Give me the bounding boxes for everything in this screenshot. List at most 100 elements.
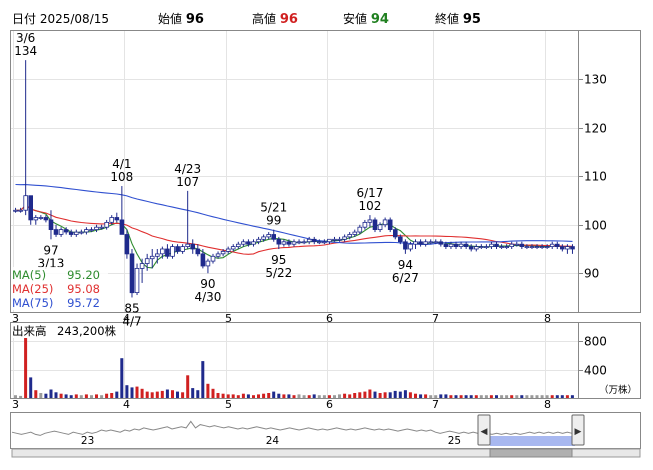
navigator-right-icon: ▶ <box>575 427 582 437</box>
volume-bar <box>555 395 559 398</box>
candle-body <box>63 229 69 233</box>
annotation-date: 5/21 <box>260 201 287 215</box>
legend-ma25-value: 95.08 <box>67 282 100 296</box>
volume-bar <box>120 358 124 398</box>
annotation-date: 6/17 <box>356 186 383 200</box>
candle-body <box>565 246 570 250</box>
annotation-date: 5/22 <box>265 266 292 280</box>
volume-bar <box>343 393 347 398</box>
candle-body <box>195 248 201 255</box>
volume-bar <box>231 394 235 398</box>
candle-body <box>215 253 221 257</box>
volume-bar <box>393 390 397 398</box>
volume-bar <box>90 395 93 398</box>
candle-body <box>220 250 226 255</box>
candle-body <box>560 246 565 250</box>
x-tick-label: 4 <box>123 312 130 325</box>
volume-bar <box>429 395 433 398</box>
candle-body <box>256 238 261 243</box>
candle-body <box>403 241 408 250</box>
candle-body <box>94 226 99 230</box>
candle-body <box>514 243 520 246</box>
candle-body <box>342 236 347 240</box>
price-tick-label: 110 <box>584 170 607 184</box>
volume-bar <box>495 395 498 398</box>
volume-bar <box>540 395 544 398</box>
volume-x-tick-label: 3 <box>12 398 19 411</box>
candle-body <box>58 229 64 235</box>
volume-bar <box>79 395 83 398</box>
volume-bar <box>373 391 377 398</box>
volume-bar <box>338 394 341 398</box>
volume-bar <box>135 386 139 398</box>
date-label: 日付 <box>12 12 37 26</box>
volume-bar <box>186 375 190 398</box>
x-tick-label: 8 <box>544 312 551 325</box>
candle-body <box>408 243 413 250</box>
navigator-label: 25 <box>448 435 461 447</box>
navigator-window <box>490 436 575 446</box>
volume-bar <box>272 391 276 398</box>
volume-tick-label: 800 <box>584 335 607 349</box>
volume-bar <box>196 390 200 398</box>
volume-bar <box>489 395 493 398</box>
price-tick-label: 120 <box>584 122 607 136</box>
candle-body <box>357 226 363 233</box>
volume-x-tick-label: 6 <box>326 398 333 411</box>
volume-bar <box>469 395 473 398</box>
volume-bar <box>226 394 230 398</box>
volume-bar <box>459 395 463 398</box>
legend-ma75: MA(75) <box>12 296 53 310</box>
candle-body <box>154 253 160 257</box>
volume-bar <box>95 394 98 398</box>
candle-body <box>362 221 368 228</box>
ma-legend: MA(5) 95.20 MA(25) 95.08 MA(75) 95.72 <box>11 267 108 310</box>
x-tick-label: 5 <box>225 312 232 325</box>
candle-body <box>144 258 150 264</box>
volume-bar <box>348 394 352 398</box>
volume-bar <box>201 361 205 398</box>
volume-bar <box>221 393 225 398</box>
candle-body <box>433 241 439 244</box>
candle-body <box>160 248 165 255</box>
candle-body <box>418 241 423 245</box>
annotation-date: 3/6 <box>16 31 35 45</box>
legend-ma75-value: 95.72 <box>67 296 100 310</box>
volume-bar <box>545 395 549 398</box>
candle-body <box>509 243 514 247</box>
volume-bar <box>69 395 73 398</box>
volume-bar <box>287 394 291 398</box>
volume-bar <box>570 395 574 398</box>
candle-body <box>205 260 211 267</box>
candle-body <box>377 224 383 231</box>
volume-bar <box>408 392 412 398</box>
candle-body <box>43 217 49 221</box>
candle-body <box>504 246 509 249</box>
volume-bar <box>236 395 240 398</box>
volume-bar <box>257 394 260 398</box>
volume-bar <box>560 395 564 398</box>
volume-bar <box>333 395 336 398</box>
candle-body <box>149 255 155 260</box>
volume-bar <box>434 395 438 398</box>
candle-body <box>448 243 454 247</box>
legend-ma25: MA(25) <box>12 282 53 296</box>
annotation-date: 4/30 <box>194 290 221 304</box>
annotation-value: 94 <box>398 258 413 272</box>
volume-bar <box>479 395 483 398</box>
close-value: 95 <box>462 12 481 27</box>
candle-body <box>524 246 530 249</box>
volume-x-tick-label: 4 <box>123 398 130 411</box>
candle-body <box>276 238 282 245</box>
candle-body <box>84 229 89 233</box>
volume-bar <box>49 389 53 398</box>
candle-body <box>438 241 444 245</box>
candle-body <box>139 263 145 269</box>
volume-bar <box>105 393 109 398</box>
volume-bar <box>216 393 220 398</box>
candle-body <box>119 219 125 235</box>
volume-bar <box>14 395 17 398</box>
volume-bar <box>302 395 306 398</box>
navigator-scroll-thumb[interactable] <box>489 448 573 458</box>
navigator-label: 23 <box>81 435 94 447</box>
